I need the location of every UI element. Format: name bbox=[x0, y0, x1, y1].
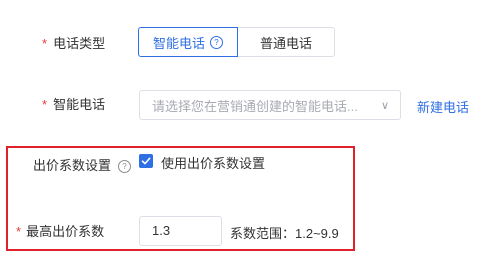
checkmark-icon bbox=[141, 157, 151, 165]
coefficient-range-text: 系数范围：1.2~9.9 bbox=[230, 226, 339, 241]
smart-phone-label-text: 智能电话 bbox=[53, 97, 106, 112]
new-phone-link[interactable]: 新建电话 bbox=[417, 97, 469, 116]
use-bid-coefficient-checkbox[interactable] bbox=[139, 154, 153, 168]
required-mark: * bbox=[16, 224, 22, 239]
smart-phone-label: * 智能电话 bbox=[42, 97, 105, 113]
required-mark: * bbox=[42, 97, 48, 112]
bid-setting-label: 出价系数设置 ? bbox=[33, 158, 132, 174]
phone-type-normal-option[interactable]: 普通电话 bbox=[238, 27, 335, 57]
phone-type-label: * 电话类型 bbox=[42, 36, 105, 52]
chevron-down-icon: ∨ bbox=[380, 99, 390, 112]
ad-bid-form: * 电话类型 智能电话 ? 普通电话 * 智能电话 请选择您在营销通创建的智能电话.… bbox=[0, 0, 480, 269]
max-coefficient-label-text: 最高出价系数 bbox=[26, 224, 105, 239]
phone-type-label-text: 电话类型 bbox=[53, 36, 106, 51]
help-circle-icon[interactable]: ? bbox=[210, 35, 223, 49]
phone-type-smart-option[interactable]: 智能电话 ? bbox=[138, 27, 238, 57]
smart-phone-select[interactable]: 请选择您在营销通创建的智能电话... ∨ bbox=[139, 90, 401, 120]
smart-phone-select-placeholder: 请选择您在营销通创建的智能电话... bbox=[152, 98, 358, 114]
max-coefficient-label: * 最高出价系数 bbox=[16, 224, 104, 240]
help-circle-icon[interactable]: ? bbox=[118, 159, 132, 173]
phone-type-normal-label: 普通电话 bbox=[259, 35, 312, 51]
required-mark: * bbox=[42, 36, 48, 51]
bid-setting-label-text: 出价系数设置 bbox=[33, 158, 112, 173]
use-bid-coefficient-label[interactable]: 使用出价系数设置 bbox=[161, 153, 265, 172]
max-coefficient-input[interactable]: 1.3 bbox=[139, 216, 222, 246]
phone-type-segmented: 智能电话 ? 普通电话 bbox=[138, 27, 335, 57]
phone-type-smart-label: 智能电话 bbox=[152, 35, 205, 51]
